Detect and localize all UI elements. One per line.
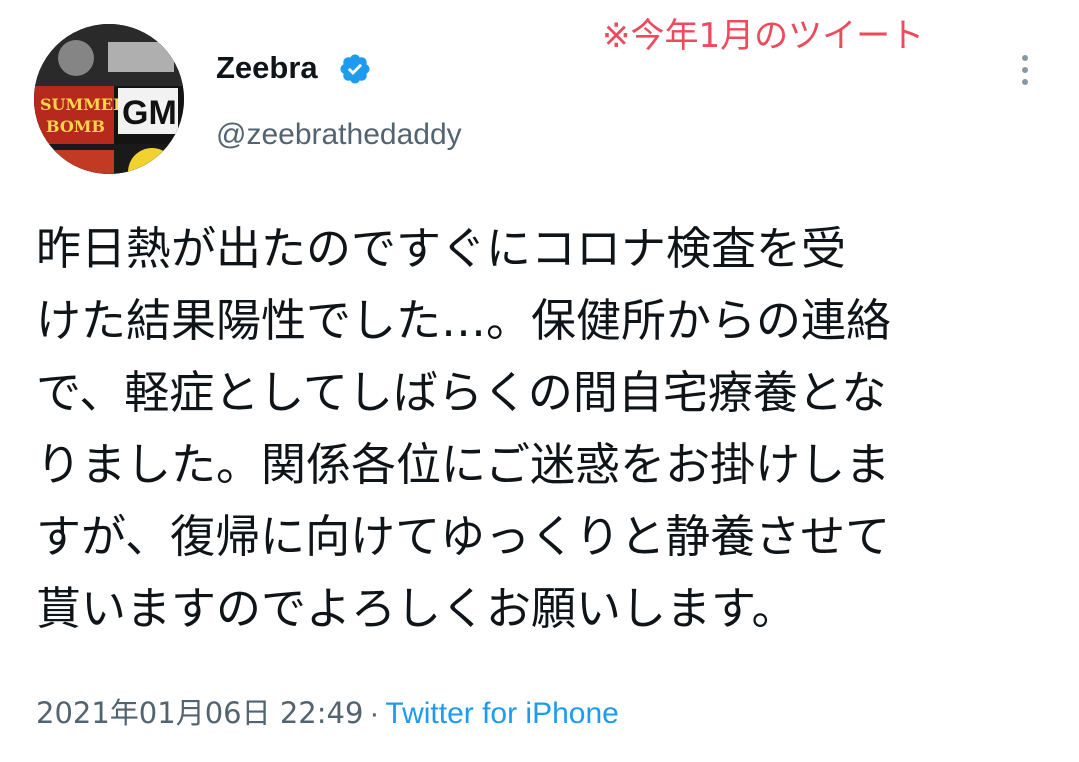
tweet-line: 貰いますのでよろしくお願いします。 (36, 582, 797, 635)
menu-dot (1022, 79, 1028, 85)
more-vertical-icon[interactable] (1010, 48, 1040, 92)
avatar-text-top: SUMMER (40, 95, 127, 114)
tweet-line: けた結果陽性でした…。保健所からの連絡 (36, 294, 892, 347)
tweet-line: で、軽症としてしばらくの間自宅療養とな (36, 366, 887, 419)
menu-dot (1022, 55, 1028, 61)
tweet-line: りました。関係各位にご迷惑をお掛けしま (36, 438, 891, 491)
avatar-image: SUMMER BOMB GM (34, 24, 184, 174)
avatar[interactable]: SUMMER BOMB GM (34, 24, 184, 174)
verified-badge-icon (340, 54, 370, 84)
avatar-text-mid: BOMB (46, 117, 105, 136)
annotation-label: ※今年1月のツイート (602, 16, 925, 56)
tweet-source-link[interactable]: Twitter for iPhone (385, 697, 618, 730)
tweet-text: 昨日熱が出たのですぐにコロナ検査を受 けた結果陽性でした…。保健所からの連絡 で… (36, 213, 1046, 645)
meta-separator: · (369, 697, 380, 730)
avatar-text-badge: GM (122, 94, 177, 132)
display-name[interactable]: Zeebra (216, 48, 318, 88)
tweet-timestamp[interactable]: 2021年01月06日 22:49 (36, 696, 363, 730)
tweet-meta: 2021年01月06日 22:49 · Twitter for iPhone (36, 693, 619, 734)
tweet-line: すが、復帰に向けてゆっくりと静養させて (36, 510, 891, 563)
tweet-line: 昨日熱が出たのですぐにコロナ検査を受 (36, 222, 847, 275)
menu-dot (1022, 67, 1028, 73)
user-handle[interactable]: @zeebrathedaddy (216, 115, 462, 155)
